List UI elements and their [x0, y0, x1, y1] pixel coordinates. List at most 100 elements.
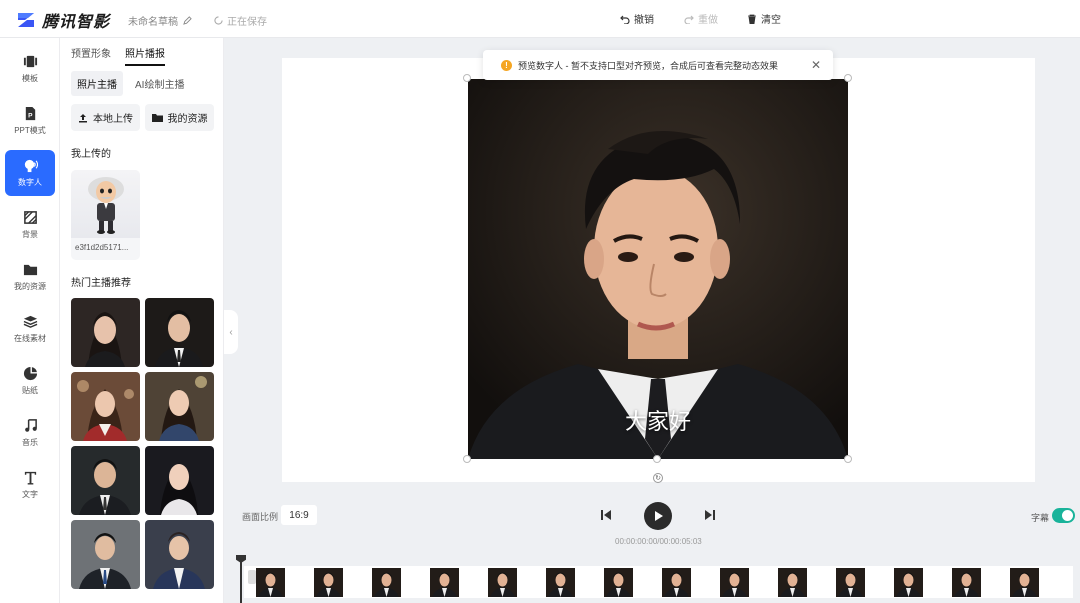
skip-next-icon[interactable] [703, 508, 717, 522]
draft-title-text: 未命名草稿 [128, 17, 178, 28]
save-status-text: 正在保存 [227, 17, 267, 28]
timeline-track[interactable] [244, 566, 1073, 598]
edit-pencil-icon[interactable] [183, 16, 192, 25]
asset-panel: 预置形象 照片播报 照片主播 AI绘制主播 本地上传 我的资源 我上传的 e3f… [60, 38, 224, 603]
my-resources-label: 我的资源 [167, 114, 208, 125]
timeline-frame-thumbnail [1010, 567, 1039, 597]
redo-label: 重做 [698, 15, 718, 26]
skip-previous-icon[interactable] [599, 508, 613, 522]
background-icon [23, 211, 37, 224]
resize-handle-bottom-right[interactable] [844, 455, 852, 463]
clear-button[interactable]: 清空 [747, 11, 781, 26]
sidebar-item-music[interactable]: 音乐 [5, 410, 55, 456]
clear-label: 清空 [761, 15, 781, 26]
timeline-frame-thumbnail [546, 567, 575, 597]
sidebar-item-label: PPT模式 [14, 126, 46, 135]
local-upload-button[interactable]: 本地上传 [71, 104, 140, 131]
digital-human-icon [24, 159, 38, 173]
aspect-ratio-select[interactable]: 16:9 [281, 505, 317, 525]
panel-collapse-handle[interactable]: ‹ [224, 310, 238, 354]
uploaded-avatar-thumbnail [71, 170, 140, 238]
sidebar-item-label: 背景 [22, 230, 38, 239]
host-avatar-6[interactable] [145, 446, 214, 515]
timeline[interactable] [240, 555, 1075, 603]
sidebar: 模板 P PPT模式 数字人 背景 我的资源 在线素材 贴纸 音乐 文字 [0, 38, 60, 603]
rotate-handle-icon[interactable]: ↻ [653, 473, 663, 483]
sidebar-item-label: 我的资源 [14, 282, 46, 291]
playhead[interactable] [240, 555, 242, 603]
host-photo-man-dark-suit [71, 446, 140, 515]
sticker-icon [23, 366, 37, 381]
subtab-ai-host[interactable]: AI绘制主播 [129, 71, 190, 96]
my-resources-button[interactable]: 我的资源 [145, 104, 214, 131]
text-icon [24, 471, 36, 485]
play-button[interactable] [644, 502, 672, 530]
cartoon-scientist-image [87, 177, 124, 234]
close-icon[interactable]: ✕ [811, 58, 821, 72]
chevron-left-icon: ‹ [229, 326, 233, 338]
app-logo[interactable]: 腾讯智影 [16, 8, 110, 32]
resize-handle-top-right[interactable] [844, 74, 852, 82]
timeline-frame-thumbnail [430, 567, 459, 597]
layers-icon [23, 315, 37, 328]
portrait-young-man-in-suit [468, 79, 848, 459]
timeline-frame-thumbnail [662, 567, 691, 597]
timeline-frame-thumbnail [720, 567, 749, 597]
sidebar-item-label: 音乐 [22, 438, 38, 447]
host-photo-man-blue-tie [71, 520, 140, 589]
sidebar-item-my-resources[interactable]: 我的资源 [5, 254, 55, 300]
folder-icon [151, 113, 163, 122]
redo-button[interactable]: 重做 [684, 11, 718, 26]
host-photo-man-navy-suit [145, 520, 214, 589]
host-avatar-4[interactable] [145, 372, 214, 441]
warning-icon: ! [501, 59, 512, 71]
timeline-frame-thumbnail [836, 567, 865, 597]
tab-preset-avatar[interactable]: 预置形象 [71, 45, 111, 66]
music-icon [24, 419, 37, 432]
sidebar-item-label: 数字人 [18, 178, 42, 187]
timeline-frame-thumbnail [604, 567, 633, 597]
sidebar-item-stickers[interactable]: 贴纸 [5, 358, 55, 404]
resize-handle-bottom[interactable] [653, 455, 661, 463]
sidebar-item-digital-human[interactable]: 数字人 [5, 150, 55, 196]
sidebar-item-text[interactable]: 文字 [5, 462, 55, 508]
app-name: 腾讯智影 [42, 14, 111, 31]
logo-icon [18, 13, 34, 27]
play-icon [655, 511, 663, 521]
resize-handle-bottom-left[interactable] [463, 455, 471, 463]
timeline-frame-thumbnail [488, 567, 517, 597]
subtitles-toggle-label: 字幕 [1031, 513, 1050, 523]
host-avatar-8[interactable] [145, 520, 214, 589]
uploaded-file-name: e3f1d2d5171... [75, 243, 129, 252]
undo-icon [620, 15, 630, 24]
hot-hosts-section-title: 热门主播推荐 [71, 278, 131, 289]
subtitles-toggle[interactable] [1052, 508, 1075, 523]
redo-icon [684, 15, 694, 24]
subtitle-overlay-text[interactable]: 大家好 [468, 404, 848, 436]
draft-title[interactable]: 未命名草稿 [128, 13, 192, 28]
host-avatar-5[interactable] [71, 446, 140, 515]
uploaded-avatar-card[interactable]: e3f1d2d5171... [71, 170, 140, 260]
trash-icon [748, 14, 756, 24]
sidebar-item-background[interactable]: 背景 [5, 202, 55, 248]
sidebar-item-online-assets[interactable]: 在线素材 [5, 306, 55, 352]
host-avatar-3[interactable] [71, 372, 140, 441]
playback-time: 00:00:00:00/00:00:05:03 [615, 537, 702, 546]
sidebar-item-ppt[interactable]: P PPT模式 [5, 98, 55, 144]
subtab-photo-host[interactable]: 照片主播 [71, 71, 123, 96]
uploaded-section-title: 我上传的 [71, 149, 111, 160]
undo-button[interactable]: 撤销 [620, 11, 654, 26]
save-status: 正在保存 [214, 13, 267, 28]
folder-icon [23, 264, 37, 276]
host-avatar-7[interactable] [71, 520, 140, 589]
template-icon [23, 55, 37, 68]
resize-handle-top-left[interactable] [463, 74, 471, 82]
host-photo-man-suit [145, 298, 214, 367]
host-avatar-2[interactable] [145, 298, 214, 367]
host-avatar-1[interactable] [71, 298, 140, 367]
tab-photo-broadcast[interactable]: 照片播报 [125, 45, 165, 66]
sidebar-item-template[interactable]: 模板 [5, 46, 55, 92]
timeline-frame-thumbnail [256, 567, 285, 597]
track-start-handle[interactable] [248, 570, 256, 584]
digital-human-preview[interactable]: 大家好 [468, 79, 848, 459]
